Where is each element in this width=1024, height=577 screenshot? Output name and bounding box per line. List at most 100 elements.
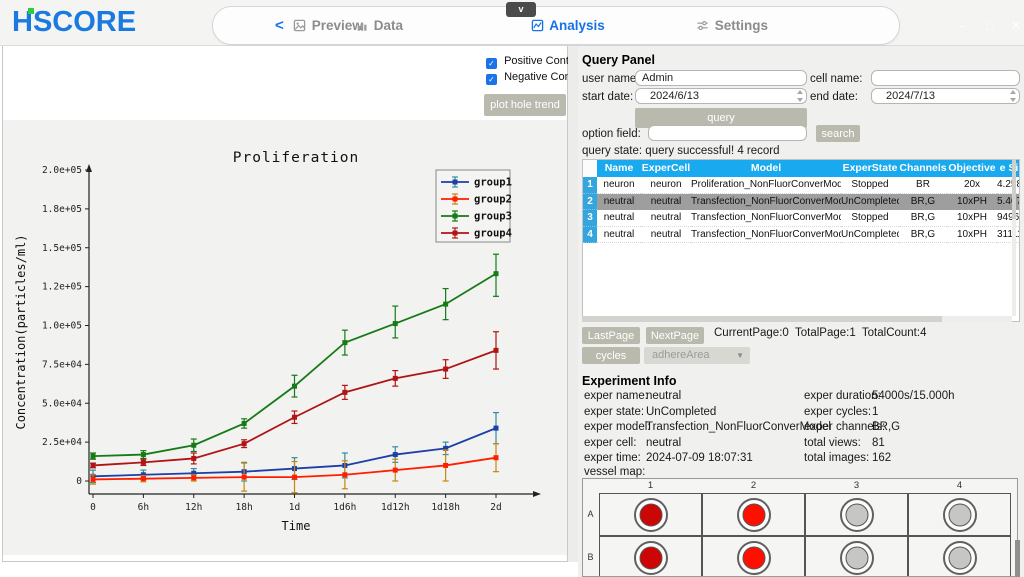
table-horizontal-scrollbar[interactable] [582, 316, 1012, 322]
tab-preview[interactable]: Preview [293, 7, 363, 44]
vessel-well-A2[interactable] [742, 503, 765, 526]
next-page-button[interactable]: NextPage [646, 327, 704, 344]
table-vscroll-thumb[interactable] [1012, 159, 1016, 219]
well-ring [737, 541, 771, 575]
table-header-expercell: ExperCell [641, 160, 691, 177]
info-label: total views: [804, 436, 872, 452]
row-number: 3 [583, 210, 597, 227]
back-chevron-icon[interactable]: < [275, 7, 284, 44]
info-label: exper cycles: [804, 405, 872, 421]
start-date-spinner[interactable] [796, 90, 805, 102]
user-name-label: user name: [582, 73, 640, 85]
vessel-well-B4[interactable] [948, 546, 971, 569]
info-value: neutral [646, 436, 681, 452]
table-cell: Stopped [841, 177, 899, 194]
option-field-label: option field: [582, 128, 641, 140]
info-value: BR,G [872, 420, 900, 436]
end-date-spinner[interactable] [1009, 90, 1018, 102]
table-cell: neuron [597, 177, 641, 194]
row-number: 2 [583, 194, 597, 211]
table-row-2[interactable]: 2neutralneutralTransfection_NonFluorConv… [583, 194, 1019, 211]
vessel-column-label: 3 [805, 480, 908, 491]
proliferation-chart: 06h12h18h1d1d6h1d12h1d18h2d02.5e+045.0e+… [3, 120, 567, 555]
vessel-cell-A4 [908, 493, 1011, 536]
vessel-well-B1[interactable] [639, 546, 662, 569]
option-field-input[interactable] [648, 125, 807, 141]
table-row-1[interactable]: 1neuronneuronProliferation_NonFluorConve… [583, 177, 1019, 194]
table-cell: 10xPH [947, 227, 997, 244]
positive-control-checkbox[interactable]: ✓ [486, 58, 497, 69]
info-value: 1 [872, 405, 878, 421]
panel-gutter [568, 46, 578, 562]
table-vertical-scrollbar[interactable] [1012, 159, 1016, 316]
vessel-map-scrollbar-thumb[interactable] [1015, 540, 1020, 577]
start-date-input[interactable] [635, 88, 807, 104]
vessel-well-B3[interactable] [845, 546, 868, 569]
collapse-panel-tab[interactable]: v [506, 2, 536, 17]
vessel-row-label: B [583, 552, 598, 562]
svg-text:Time: Time [282, 519, 311, 533]
well-ring [840, 498, 874, 532]
vessel-well-A4[interactable] [948, 503, 971, 526]
vessel-well-A3[interactable] [845, 503, 868, 526]
start-date-label: start date: [582, 91, 633, 103]
svg-text:1d18h: 1d18h [431, 502, 460, 513]
query-state-value: query successful! 4 record [645, 145, 779, 157]
table-row-4[interactable]: 4neutralneutralTransfection_NonFluorConv… [583, 227, 1019, 244]
vessel-well-B2[interactable] [742, 546, 765, 569]
tab-data-label: Data [374, 18, 403, 33]
close-button[interactable]: ✕ [1006, 18, 1024, 34]
svg-text:2.5e+04: 2.5e+04 [42, 437, 82, 448]
row-number: 1 [583, 177, 597, 194]
user-name-input[interactable] [635, 70, 807, 86]
cell-name-label: cell name: [810, 73, 862, 85]
tab-analysis[interactable]: Analysis [531, 7, 605, 44]
info-value: neutral [646, 389, 681, 405]
table-cell: 31111 [997, 227, 1020, 244]
svg-text:1d6h: 1d6h [333, 502, 356, 513]
svg-text:1.8e+05: 1.8e+05 [42, 204, 82, 215]
tab-analysis-label: Analysis [549, 18, 605, 33]
maximize-button[interactable]: □ [980, 18, 1000, 33]
info-label: exper state: [584, 405, 646, 421]
table-cell: BR,G [899, 194, 947, 211]
query-state-label: query state: [582, 145, 642, 157]
table-cell: BR,G [899, 210, 947, 227]
vessel-well-A1[interactable] [639, 503, 662, 526]
svg-text:18h: 18h [236, 502, 253, 513]
bar-chart-icon [356, 9, 368, 46]
table-cell: UnCompleted [841, 227, 899, 244]
info-row: exper model:Transfection_NonFluorConverM… [584, 420, 806, 436]
table-header-objective: Objective [947, 160, 997, 177]
cell-name-input[interactable] [871, 70, 1020, 86]
tab-settings[interactable]: Settings [696, 7, 768, 44]
info-value: UnCompleted [646, 405, 716, 421]
minimize-button[interactable]: – [952, 18, 972, 33]
pagination-info: CurrentPage:0 TotalPage:1 TotalCount:4 [714, 327, 926, 339]
chart-legend: group1group2group3group4 [436, 170, 512, 242]
info-value: 81 [872, 436, 885, 452]
cycles-button[interactable]: cycles [582, 347, 640, 364]
logo-green-dot-icon [28, 8, 34, 14]
plot-hole-trend-button[interactable]: plot hole trend [484, 94, 566, 116]
end-date-input[interactable] [871, 88, 1020, 104]
last-page-button[interactable]: LastPage [582, 327, 640, 344]
info-label: exper time: [584, 451, 646, 467]
svg-text:0: 0 [76, 476, 82, 487]
svg-text:2.0e+05: 2.0e+05 [42, 165, 82, 176]
info-label: exper channels: [804, 420, 872, 436]
table-row-3[interactable]: 3neutralneutralTransfection_NonFluorConv… [583, 210, 1019, 227]
adhere-area-dropdown[interactable]: adhereArea ▼ [644, 347, 750, 364]
negative-control-checkbox[interactable]: ✓ [486, 74, 497, 85]
vessel-cell-B2 [702, 536, 805, 577]
info-row: total views:81 [804, 436, 1022, 452]
table-cell: 10xPH [947, 210, 997, 227]
search-button[interactable]: search [816, 125, 860, 142]
tab-data[interactable]: Data [356, 7, 403, 44]
adhere-area-value: adhereArea [652, 349, 710, 361]
table-header-e-si: e Si [997, 160, 1020, 177]
table-cell: 10xPH [947, 194, 997, 211]
table-hscroll-thumb[interactable] [582, 316, 942, 322]
table-header-channels: Channels [899, 160, 947, 177]
experiment-info-right-column: exper duration:54000s/15.000hexper cycle… [804, 389, 1022, 467]
